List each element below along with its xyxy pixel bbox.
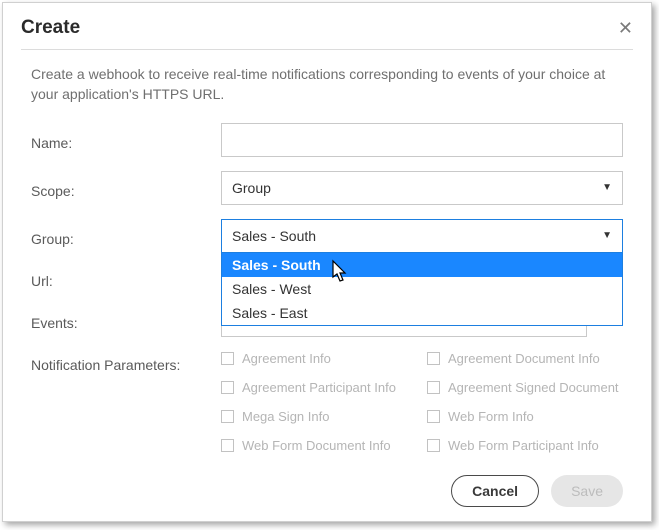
param-web-form-document-info[interactable]: Web Form Document Info — [221, 438, 417, 453]
param-label: Agreement Participant Info — [242, 380, 396, 395]
checkbox-icon[interactable] — [221, 410, 234, 423]
checkbox-icon[interactable] — [427, 352, 440, 365]
param-agreement-info[interactable]: Agreement Info — [221, 351, 417, 366]
checkbox-icon[interactable] — [427, 381, 440, 394]
param-web-form-participant-info[interactable]: Web Form Participant Info — [427, 438, 623, 453]
save-button[interactable]: Save — [551, 475, 623, 507]
param-label: Web Form Info — [448, 409, 534, 424]
header-divider — [21, 49, 633, 50]
group-option-sales-west[interactable]: Sales - West — [222, 277, 622, 301]
param-web-form-info[interactable]: Web Form Info — [427, 409, 623, 424]
dialog-title: Create — [21, 17, 80, 39]
param-label: Agreement Document Info — [448, 351, 600, 366]
group-value: Sales - South — [232, 228, 316, 244]
cancel-button[interactable]: Cancel — [451, 475, 539, 507]
dialog-description: Create a webhook to receive real-time no… — [31, 64, 623, 105]
row-notification-params: Notification Parameters: Agreement Info … — [31, 351, 623, 453]
caret-down-icon: ▼ — [602, 182, 612, 193]
param-label: Web Form Document Info — [242, 438, 391, 453]
param-agreement-signed-document[interactable]: Agreement Signed Document — [427, 380, 623, 395]
scope-select[interactable]: Group ▼ — [221, 171, 623, 205]
notification-params-grid: Agreement Info Agreement Document Info A… — [221, 351, 623, 453]
param-label: Mega Sign Info — [242, 409, 329, 424]
group-option-sales-east[interactable]: Sales - East — [222, 301, 622, 325]
group-dropdown: Sales - South Sales - West Sales - East — [221, 253, 623, 326]
scope-value: Group — [232, 180, 271, 196]
param-label: Agreement Signed Document — [448, 380, 619, 395]
checkbox-icon[interactable] — [221, 352, 234, 365]
param-agreement-document-info[interactable]: Agreement Document Info — [427, 351, 623, 366]
close-icon[interactable]: ✕ — [618, 19, 633, 37]
row-group: Group: Sales - South ▼ Sales - South Sal… — [31, 219, 623, 253]
checkbox-icon[interactable] — [427, 410, 440, 423]
label-group: Group: — [31, 225, 221, 247]
caret-down-icon: ▼ — [602, 230, 612, 241]
group-option-sales-south[interactable]: Sales - South — [222, 253, 622, 277]
label-url: Url: — [31, 267, 221, 289]
group-select[interactable]: Sales - South ▼ — [221, 219, 623, 253]
label-events: Events: — [31, 309, 221, 331]
label-scope: Scope: — [31, 177, 221, 199]
param-mega-sign-info[interactable]: Mega Sign Info — [221, 409, 417, 424]
label-name: Name: — [31, 129, 221, 151]
dialog-content: Create a webhook to receive real-time no… — [3, 64, 651, 453]
param-label: Agreement Info — [242, 351, 331, 366]
row-scope: Scope: Group ▼ — [31, 171, 623, 205]
checkbox-icon[interactable] — [427, 439, 440, 452]
checkbox-icon[interactable] — [221, 439, 234, 452]
row-name: Name: — [31, 123, 623, 157]
param-label: Web Form Participant Info — [448, 438, 599, 453]
create-webhook-dialog: Create ✕ Create a webhook to receive rea… — [2, 2, 652, 522]
param-agreement-participant-info[interactable]: Agreement Participant Info — [221, 380, 417, 395]
dialog-footer: Cancel Save — [451, 475, 623, 507]
dialog-header: Create ✕ — [3, 3, 651, 49]
name-input[interactable] — [221, 123, 623, 157]
label-notification-params: Notification Parameters: — [31, 351, 221, 373]
checkbox-icon[interactable] — [221, 381, 234, 394]
